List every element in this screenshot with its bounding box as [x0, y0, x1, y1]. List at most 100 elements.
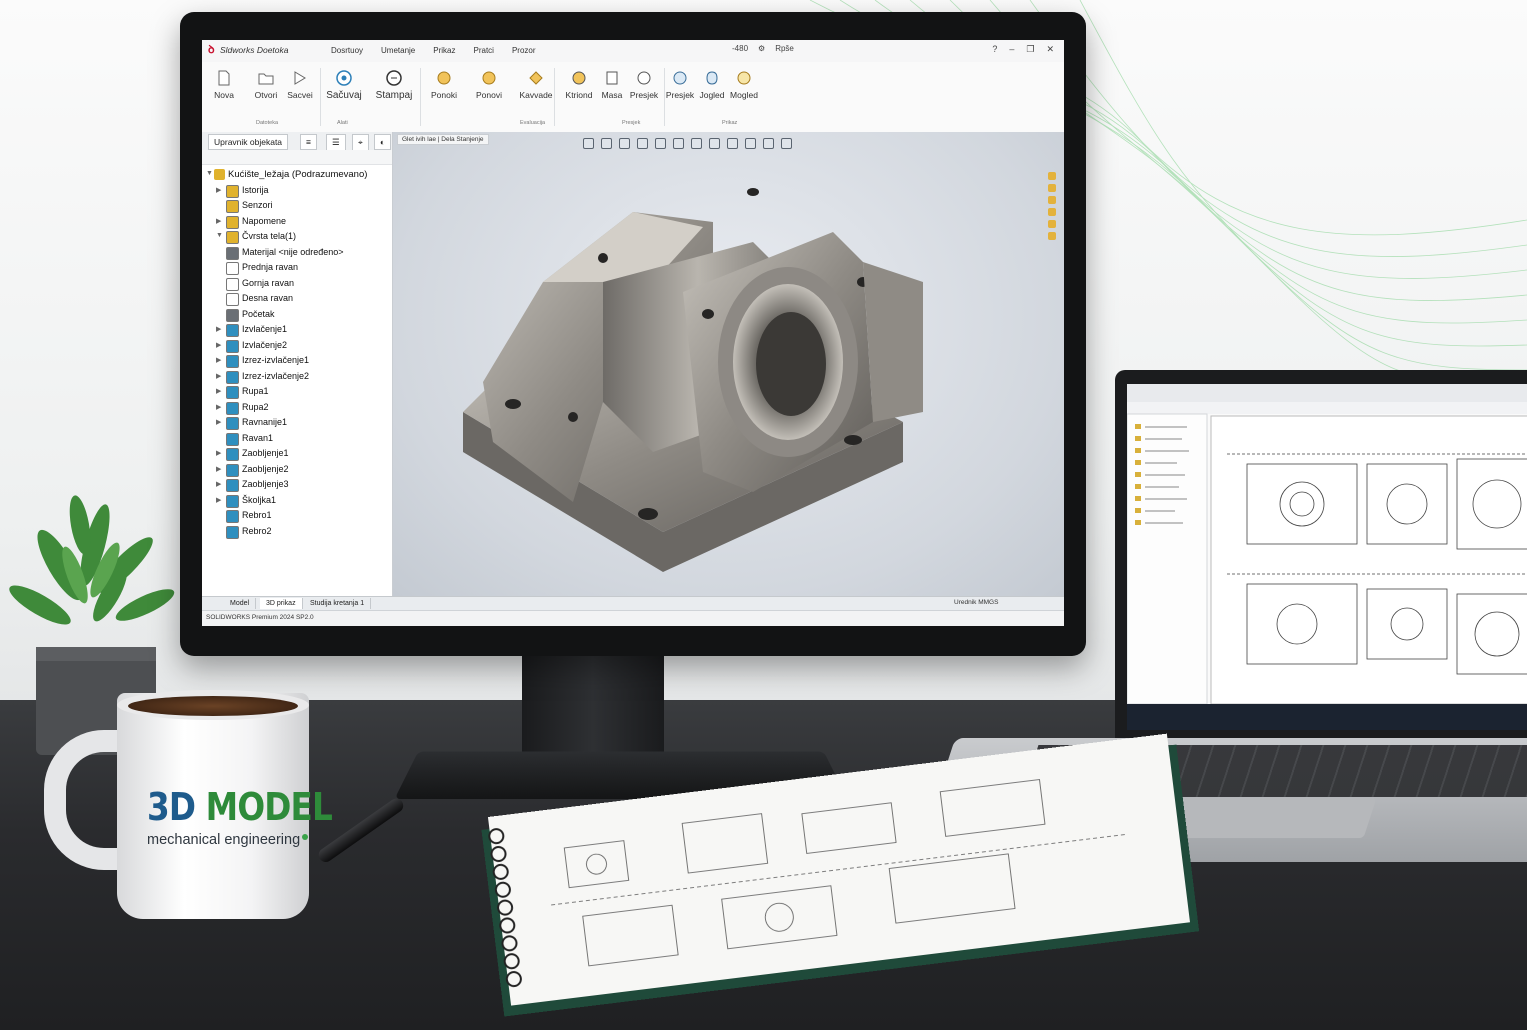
tree-item[interactable]: ▶ Izvlačenje1: [202, 323, 392, 339]
tree-item[interactable]: Desna ravan: [202, 292, 392, 308]
expand-arrow-icon[interactable]: ▶: [216, 356, 224, 364]
tab-model[interactable]: Model: [224, 598, 256, 609]
new-button[interactable]: Nova: [202, 70, 246, 100]
tree-item-label: Ravnanije1: [242, 417, 287, 427]
tree-item-label: Rupa1: [242, 386, 269, 396]
view-orientation-icon[interactable]: [673, 138, 684, 149]
menu-item-window[interactable]: Prozor: [503, 40, 545, 62]
quick-access-value[interactable]: -480: [732, 44, 748, 53]
undo-button-label: Ponoki: [431, 90, 457, 100]
tree-item[interactable]: ▶ Zaobljenje1: [202, 447, 392, 463]
shell-icon: [226, 495, 239, 508]
expand-arrow-icon[interactable]: ▶: [216, 372, 224, 380]
tree-root-part[interactable]: ▼ Kućište_ležaja (Podrazumevano): [202, 168, 392, 184]
view-settings-icon[interactable]: [763, 138, 774, 149]
graphics-viewport[interactable]: Glet ivih lae | Dela Stanjenje: [393, 132, 1064, 596]
commands-button[interactable]: Kavvade: [514, 70, 558, 100]
bearing-housing-3d-model[interactable]: [453, 172, 943, 592]
redo-button[interactable]: Ponovi: [467, 70, 511, 100]
view-tab[interactable]: Glet ivih lae | Dela Stanjenje: [397, 134, 489, 145]
tree-item[interactable]: ▶ Napomene: [202, 215, 392, 231]
custom-properties-icon[interactable]: [1048, 232, 1056, 240]
tree-item[interactable]: Početak: [202, 308, 392, 324]
expand-arrow-icon[interactable]: ▶: [216, 465, 224, 473]
dynamic-annotation-icon[interactable]: [655, 138, 666, 149]
tab-configuration-manager[interactable]: ☰: [326, 134, 346, 151]
units-label[interactable]: Urednik MMGS: [954, 599, 998, 606]
tree-item[interactable]: Ravan1: [202, 432, 392, 448]
view-palette-icon[interactable]: [1048, 208, 1056, 216]
tree-item[interactable]: ▶ Zaobljenje2: [202, 463, 392, 479]
expand-arrow-icon[interactable]: ▶: [216, 325, 224, 333]
ribbon-toolbar: Nova Otvori Sacvei Sačuvaj Stampaj Ponok…: [202, 62, 1064, 133]
expand-arrow-icon[interactable]: ▶: [216, 217, 224, 225]
ribbon-group-view: Prikaz: [722, 120, 737, 126]
menu-item-tools[interactable]: Pratci: [465, 40, 503, 62]
file-explorer-icon[interactable]: [1048, 196, 1056, 204]
options-gear-icon[interactable]: ⚙: [758, 44, 765, 53]
tab-3d-view[interactable]: 3D prikaz: [260, 598, 303, 609]
tree-item[interactable]: Gornja ravan: [202, 277, 392, 293]
apply-scene-icon[interactable]: [745, 138, 756, 149]
tree-item[interactable]: ▶ Izvlačenje2: [202, 339, 392, 355]
expand-arrow-icon[interactable]: ▶: [216, 387, 224, 395]
rib-icon: [226, 510, 239, 523]
tree-item[interactable]: ▶ Rupa2: [202, 401, 392, 417]
menu-item-file[interactable]: Dosrtuoy: [322, 40, 372, 62]
expand-arrow-icon[interactable]: ▶: [216, 449, 224, 457]
expand-arrow-icon[interactable]: ▼: [216, 232, 224, 239]
tab-motion-study[interactable]: Studija kretanja 1: [304, 598, 371, 609]
expand-arrow-icon[interactable]: ▶: [216, 186, 224, 194]
tree-item[interactable]: ▶ Zaobljenje3: [202, 478, 392, 494]
edit-appearance-icon[interactable]: [727, 138, 738, 149]
tab-feature-manager[interactable]: Upravnik objekata: [208, 134, 288, 150]
tree-item[interactable]: Rebro1: [202, 509, 392, 525]
tree-item[interactable]: Prednja ravan: [202, 261, 392, 277]
tab-display-manager[interactable]: ◐: [374, 134, 391, 150]
expand-arrow-icon[interactable]: ▶: [216, 496, 224, 504]
menu-item-view[interactable]: Prikaz: [424, 40, 464, 62]
tree-item-label: Gornja ravan: [242, 278, 294, 288]
appearance-button[interactable]: Mogled: [722, 70, 766, 100]
cad-application-window: ꝺ Sldworks Doetoka Dosrtuoy Umetanje Pri…: [202, 40, 1064, 626]
feature-filter-bar[interactable]: [202, 150, 392, 165]
tree-item[interactable]: Senzori: [202, 199, 392, 215]
print-button[interactable]: Stampaj: [372, 70, 416, 101]
expand-arrow-icon[interactable]: ▶: [216, 480, 224, 488]
menu-item-insert[interactable]: Umetanje: [372, 40, 424, 62]
zoom-fit-icon[interactable]: [583, 138, 594, 149]
collapse-arrow-icon[interactable]: ▼: [206, 170, 214, 177]
tree-item[interactable]: ▼ Čvrsta tela(1): [202, 230, 392, 246]
restore-icon[interactable]: ❐: [1026, 44, 1034, 55]
display-style-icon[interactable]: [691, 138, 702, 149]
minimize-icon[interactable]: –: [1009, 44, 1014, 55]
expand-arrow-icon[interactable]: ▶: [216, 418, 224, 426]
render-tools-icon[interactable]: [781, 138, 792, 149]
tree-item[interactable]: ▶ Rupa1: [202, 385, 392, 401]
tree-item[interactable]: Materijal <nije određeno>: [202, 246, 392, 262]
resources-icon[interactable]: [1048, 172, 1056, 180]
tree-item[interactable]: ▶ Školjka1: [202, 494, 392, 510]
tree-item[interactable]: ▶ Ravnanije1: [202, 416, 392, 432]
expand-arrow-icon[interactable]: ▶: [216, 403, 224, 411]
task-pane-tabs: [1048, 172, 1056, 240]
appearances-icon[interactable]: [1048, 220, 1056, 228]
tree-item[interactable]: ▶ Izrez-izvlačenje2: [202, 370, 392, 386]
tree-item[interactable]: ▶ Izrez-izvlačenje1: [202, 354, 392, 370]
save-button[interactable]: Sačuvaj: [322, 70, 366, 101]
hide-show-icon[interactable]: [709, 138, 720, 149]
tab-property-manager[interactable]: ≡: [300, 134, 317, 150]
design-library-icon[interactable]: [1048, 184, 1056, 192]
previous-view-icon[interactable]: [619, 138, 630, 149]
tree-item[interactable]: Rebro2: [202, 525, 392, 541]
undo-button[interactable]: Ponoki: [422, 70, 466, 100]
save-as-button[interactable]: Sacvei: [278, 70, 322, 100]
quick-access-search[interactable]: Rpše: [775, 44, 794, 53]
tab-dimxpert[interactable]: ⌖: [352, 134, 369, 151]
help-icon[interactable]: ?: [992, 44, 997, 55]
section-view-icon[interactable]: [637, 138, 648, 149]
tree-item[interactable]: ▶ Istorija: [202, 184, 392, 200]
expand-arrow-icon[interactable]: ▶: [216, 341, 224, 349]
close-icon[interactable]: ✕: [1046, 44, 1054, 55]
zoom-area-icon[interactable]: [601, 138, 612, 149]
